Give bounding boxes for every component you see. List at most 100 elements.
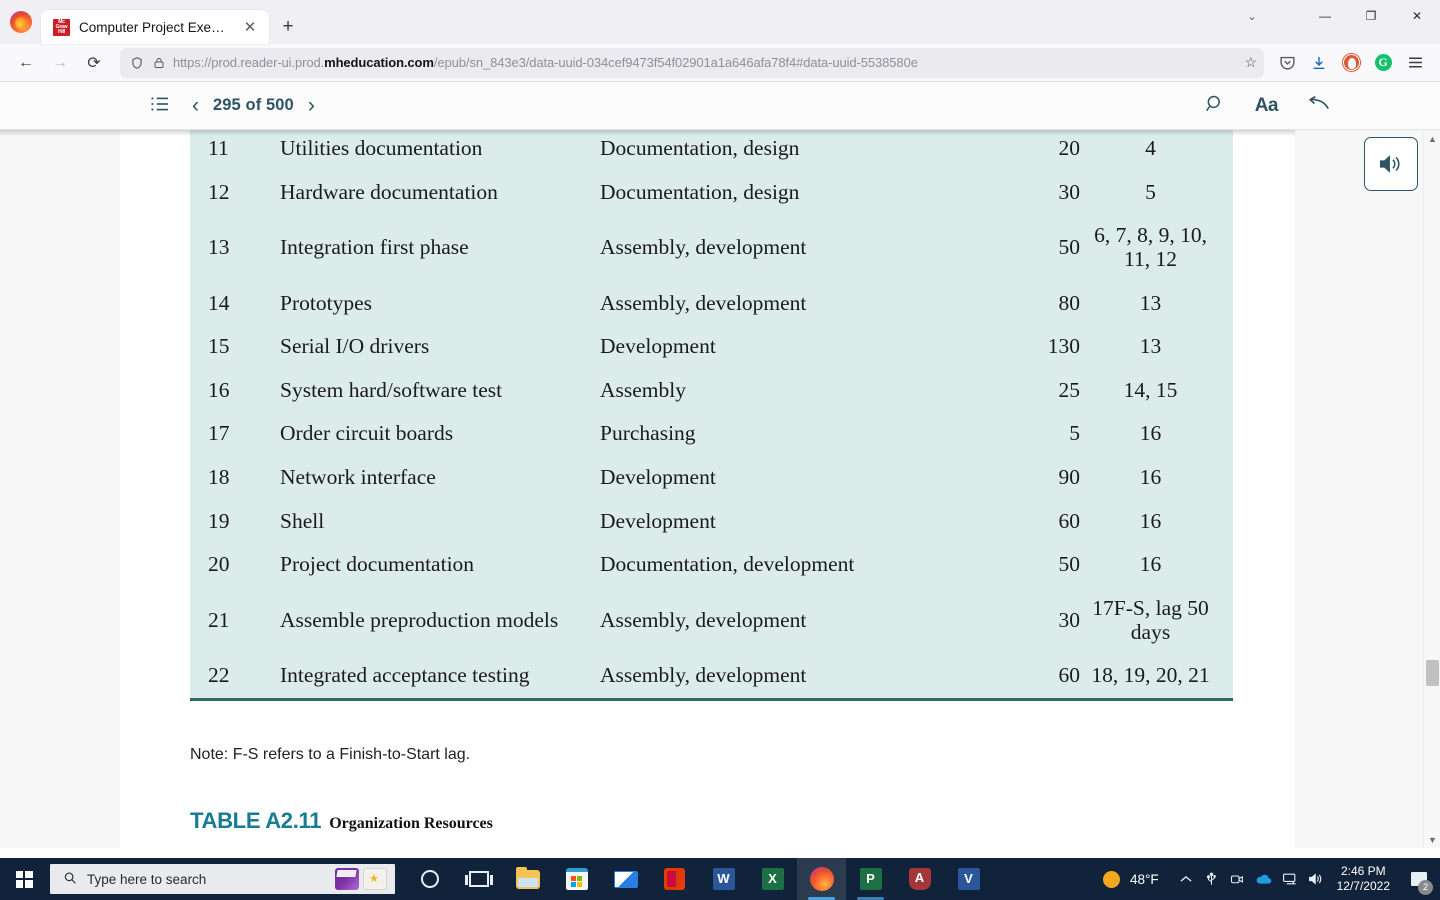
grammarly-icon[interactable]: G	[1368, 48, 1398, 78]
shield-icon[interactable]	[129, 55, 144, 70]
next-page-button[interactable]: ›	[308, 95, 315, 116]
taskbar-app-firefox[interactable]	[797, 858, 846, 900]
read-aloud-button[interactable]	[1364, 137, 1418, 191]
table-of-contents-icon[interactable]	[150, 96, 170, 115]
show-hidden-icons-button[interactable]	[1173, 858, 1199, 900]
taskbar-app-word[interactable]: W	[699, 858, 748, 900]
start-button[interactable]	[0, 858, 48, 900]
cell-id: 15	[208, 334, 230, 359]
table-row: 17 Order circuit boards Purchasing 5 16	[190, 412, 1233, 456]
bookmark-icon[interactable]: ☆	[1244, 54, 1257, 71]
new-tab-button[interactable]: +	[275, 14, 301, 40]
cell-predecessors: 16	[1139, 465, 1162, 490]
reader-viewport: 11 Utilities documentation Documentation, …	[0, 130, 1440, 848]
downloads-icon[interactable]	[1304, 48, 1334, 78]
taskbar-app-visio[interactable]: V	[944, 858, 993, 900]
usb-icon[interactable]	[1199, 858, 1225, 900]
previous-page-button[interactable]: ‹	[192, 95, 199, 116]
cell-predecessors: 6, 7, 8, 9, 10, 11, 12	[1094, 223, 1207, 271]
table-row: 21 Assemble preproduction models Assembly,…	[190, 587, 1233, 654]
cell-duration: 5	[1069, 421, 1080, 446]
taskbar-app-task-view[interactable]	[454, 858, 503, 900]
cell-task: Order circuit boards	[280, 421, 454, 446]
tab-title: Computer Project Exercises	[79, 19, 228, 35]
scrollbar-thumb[interactable]	[1426, 660, 1439, 686]
network-icon[interactable]	[1277, 858, 1303, 900]
restore-button[interactable]: ❐	[1348, 0, 1394, 32]
taskbar-app-excel[interactable]: X	[748, 858, 797, 900]
cell-predecessors: 16	[1139, 508, 1162, 533]
back-button[interactable]: ←	[10, 48, 42, 78]
scroll-down-icon[interactable]: ▼	[1424, 831, 1440, 848]
cell-predecessors: 16	[1139, 552, 1162, 577]
app-menu-icon[interactable]	[1400, 48, 1430, 78]
cell-task: Integrated acceptance testing	[280, 663, 530, 688]
pocket-icon[interactable]	[1272, 48, 1302, 78]
scroll-up-icon[interactable]: ▲	[1424, 130, 1440, 147]
close-window-button[interactable]: ✕	[1394, 0, 1440, 32]
news-thumbnail-icon[interactable]	[363, 868, 387, 890]
cell-task: Serial I/O drivers	[280, 334, 430, 359]
table-note: Note: F-S refers to a Finish-to-Start la…	[190, 746, 471, 763]
browser-tab[interactable]: McGrawHill Computer Project Exercises ✕	[41, 10, 269, 44]
taskbar-app-powerpoint[interactable]: P	[846, 858, 895, 900]
tab-close-icon[interactable]: ✕	[237, 14, 263, 40]
cell-duration: 60	[1058, 663, 1081, 688]
cell-predecessors: 16	[1139, 421, 1162, 446]
table-row: 20 Project documentation Documentation, de…	[190, 543, 1233, 587]
cell-id: 17	[208, 421, 230, 446]
duckduckgo-icon[interactable]	[1336, 48, 1366, 78]
notification-badge: 2	[1418, 880, 1433, 895]
lock-icon[interactable]	[151, 55, 166, 70]
back-navigation-icon[interactable]	[1308, 95, 1330, 115]
taskbar-search-box[interactable]: Type here to search	[50, 864, 395, 894]
forward-button[interactable]: →	[44, 48, 76, 78]
cell-id: 18	[208, 465, 230, 490]
font-size-button[interactable]: Aa	[1255, 96, 1279, 115]
taskbar-app-file-explorer[interactable]	[503, 858, 552, 900]
cell-resource: Assembly, development	[600, 663, 807, 688]
cell-predecessors: 18, 19, 20, 21	[1091, 663, 1210, 688]
cell-duration: 50	[1058, 235, 1081, 260]
camera-icon[interactable]	[1225, 858, 1251, 900]
cell-id: 20	[208, 552, 230, 577]
cell-duration: 30	[1058, 607, 1081, 632]
taskbar-search-thumbnails[interactable]	[335, 868, 387, 890]
cell-task: Integration first phase	[280, 235, 469, 260]
windows-logo-icon	[15, 870, 33, 888]
cell-id: 19	[208, 508, 230, 533]
cell-task: Hardware documentation	[280, 179, 498, 204]
system-tray: 48°F 2:46 PM 12/7/2022 2	[1089, 858, 1440, 900]
video-thumbnail-icon[interactable]	[335, 868, 359, 890]
onedrive-icon[interactable]	[1251, 858, 1277, 900]
cell-predecessors: 4	[1145, 136, 1156, 160]
cell-duration: 90	[1058, 465, 1081, 490]
activity-table: 11 Utilities documentation Documentation, …	[190, 130, 1233, 701]
table-row: 13 Integration first phase Assembly, devel…	[190, 214, 1233, 281]
taskbar-app-access[interactable]: A	[895, 858, 944, 900]
cell-task: System hard/software test	[280, 377, 503, 402]
address-bar[interactable]: https://prod.reader-ui.prod.mheducation.…	[120, 47, 1264, 78]
cell-resource: Development	[600, 465, 716, 490]
taskbar-app-microsoft-store[interactable]	[552, 858, 601, 900]
volume-icon[interactable]	[1303, 858, 1329, 900]
taskbar-apps: W X P A V	[405, 858, 993, 900]
page-scrollbar[interactable]: ▲ ▼	[1423, 130, 1440, 848]
list-all-tabs-icon[interactable]: ⌄	[1232, 0, 1272, 32]
clock-time: 2:46 PM	[1340, 864, 1386, 878]
taskbar-app-mail[interactable]	[601, 858, 650, 900]
url-text[interactable]: https://prod.reader-ui.prod.mheducation.…	[173, 55, 1237, 70]
minimize-button[interactable]: —	[1302, 0, 1348, 32]
page-navigation: ‹ 295 of 500 ›	[192, 95, 315, 116]
taskbar-clock[interactable]: 2:46 PM 12/7/2022	[1329, 864, 1402, 894]
taskbar-app-cortana[interactable]	[405, 858, 454, 900]
notification-center-button[interactable]: 2	[1402, 858, 1436, 900]
reload-button[interactable]: ⟳	[78, 48, 110, 78]
firefox-logo-icon	[10, 11, 32, 33]
search-icon[interactable]	[1205, 94, 1225, 117]
sun-icon	[1102, 870, 1120, 888]
browser-navbar: ← → ⟳ https://prod.reader-ui.prod.mheduc…	[0, 44, 1440, 82]
weather-widget[interactable]: 48°F	[1089, 870, 1173, 888]
cell-resource: Development	[600, 334, 716, 359]
taskbar-app-office[interactable]	[650, 858, 699, 900]
